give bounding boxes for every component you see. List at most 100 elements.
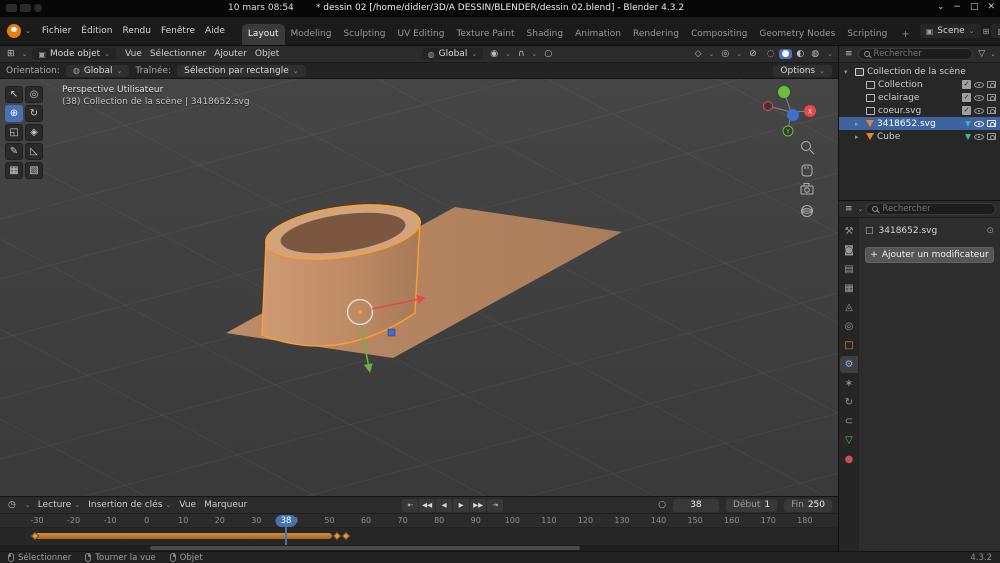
filter-icon[interactable]: ▽ [976, 49, 987, 59]
properties-search-input[interactable] [882, 204, 990, 214]
properties-tab[interactable]: ◎ [840, 318, 858, 335]
exclude-checkbox-icon[interactable]: ✓ [962, 80, 971, 89]
render-visibility-icon[interactable] [987, 107, 996, 114]
properties-tab[interactable]: ⚙ [840, 356, 858, 373]
viewport-menu-item[interactable]: Sélectionner [146, 48, 210, 60]
outliner-item-row[interactable]: ▸ coeur.svg ✓ [839, 104, 1000, 117]
properties-tab[interactable]: □ [840, 337, 858, 354]
3d-viewport[interactable]: X Y Perspective Utilisateur (38) Collect… [0, 79, 838, 496]
keyframe-diamond[interactable] [342, 532, 350, 540]
workspace-tab[interactable]: Rendering [627, 24, 685, 45]
tool-button[interactable]: ◎ [25, 86, 43, 103]
gizmos-toggle-icon[interactable]: ◇ [693, 49, 704, 59]
workspace-pill-icon[interactable] [6, 4, 17, 12]
camera-view-icon[interactable] [801, 184, 813, 195]
window-control-button[interactable]: − [953, 2, 961, 12]
eye-visibility-icon[interactable] [974, 134, 984, 140]
window-control-button[interactable]: □ [970, 2, 979, 12]
outliner-item-row[interactable]: ▸ 3418652.svg ✓ [839, 117, 1000, 130]
properties-tab[interactable]: ⊂ [840, 413, 858, 430]
properties-tab[interactable]: ◬ [840, 299, 858, 316]
pin-icon[interactable]: ⊙ [986, 226, 994, 236]
auto-key-icon[interactable]: ○ [658, 500, 666, 510]
workspace-tab[interactable]: Geometry Nodes [753, 24, 841, 45]
mode-dropdown[interactable]: ▣ Mode objet ⌄ [32, 48, 116, 60]
expand-chevron-icon[interactable]: ▾ [844, 68, 852, 76]
menu-item[interactable]: Aide [200, 24, 230, 38]
system-clock[interactable]: 10 mars 08:54 [228, 3, 294, 13]
axis-ball-neg-x[interactable] [764, 102, 773, 111]
zoom-icon[interactable] [802, 142, 815, 155]
playback-button[interactable]: ◀◀ [419, 499, 435, 512]
workspace-tab[interactable]: Scripting [841, 24, 893, 45]
tool-button[interactable]: ⊕ [5, 105, 23, 122]
properties-tab[interactable]: ⚒ [840, 223, 858, 240]
properties-tab[interactable]: ↻ [840, 394, 858, 411]
workspace-tab[interactable]: Modeling [285, 24, 338, 45]
window-control-button[interactable]: ⌄ [937, 2, 945, 12]
viewlayer-selector[interactable]: ▥ ViewLayer ⌄ [991, 24, 1000, 38]
workspace-tab[interactable]: Sculpting [337, 24, 391, 45]
pan-hand-icon[interactable] [802, 165, 812, 176]
exclude-checkbox-icon[interactable]: ✓ [962, 93, 971, 102]
timeline-menu-item[interactable]: Insertion de clés ⌄ [88, 500, 171, 510]
axis-ball-green[interactable] [778, 86, 790, 98]
outliner-search-input[interactable] [874, 49, 968, 59]
overlays-toggle-icon[interactable]: ◎ [719, 49, 731, 59]
playback-button[interactable]: ▶▶ [470, 499, 486, 512]
render-visibility-icon[interactable] [987, 81, 996, 88]
timeline-editor-icon[interactable]: ◷ [6, 500, 18, 510]
axis-ball-blue[interactable] [787, 109, 799, 121]
keyframe-range-bar[interactable] [35, 533, 332, 539]
properties-tab[interactable]: ∗ [840, 375, 858, 392]
playback-button[interactable]: ⇥ [487, 499, 503, 512]
shading-mode-button[interactable]: ◐ [793, 49, 807, 59]
tool-button[interactable]: ↖ [5, 86, 23, 103]
outliner-search[interactable] [858, 48, 974, 60]
menu-item[interactable]: Rendu [117, 24, 156, 38]
properties-editor-icon[interactable]: ≡ [843, 204, 855, 214]
properties-tab[interactable]: ▤ [840, 261, 858, 278]
activities-dot-icon[interactable] [34, 4, 42, 12]
expand-chevron-icon[interactable]: ▸ [855, 120, 863, 128]
workspace-tab[interactable]: Texture Paint [450, 24, 520, 45]
playback-button[interactable]: ◀ [436, 499, 452, 512]
properties-search[interactable] [866, 203, 996, 215]
scrollbar-thumb[interactable] [150, 546, 580, 550]
outliner-item-row[interactable]: ▸ Cube ✓ [839, 130, 1000, 143]
outliner-item-row[interactable]: ▸ Collection ✓ [839, 78, 1000, 91]
shading-mode-button[interactable]: ◍ [808, 49, 822, 59]
properties-tab[interactable]: ◙ [840, 242, 858, 259]
add-modifier-button[interactable]: + Ajouter un modificateur [865, 247, 994, 263]
navigation-gizmo[interactable]: X Y [764, 86, 817, 136]
blender-logo-icon[interactable] [7, 24, 21, 38]
tool-button[interactable]: ▧ [25, 162, 43, 179]
orientation-dropdown[interactable]: ◍ Global ⌄ [66, 65, 130, 77]
gizmo-y-arrowhead[interactable] [364, 363, 373, 373]
xray-toggle-icon[interactable]: ⊘ [747, 49, 759, 59]
drag-mode-dropdown[interactable]: Sélection par rectangle ⌄ [177, 65, 306, 77]
add-workspace-button[interactable]: + [895, 24, 915, 45]
window-control-button[interactable]: ✕ [987, 2, 995, 12]
frame-start-field[interactable]: Début 1 [726, 499, 777, 512]
transform-orientation-dropdown[interactable]: ◍ Global ⌄ [422, 48, 484, 60]
keyframe-diamond[interactable] [333, 532, 341, 540]
breadcrumb-object-name[interactable]: 3418652.svg [879, 226, 938, 236]
playhead-line[interactable] [285, 526, 287, 546]
timeline-menu-item[interactable]: Vue ⌄ [179, 500, 196, 510]
eye-visibility-icon[interactable] [974, 108, 984, 114]
timeline-menu-item[interactable]: Lecture ⌄ [38, 500, 81, 510]
workspace-tab[interactable]: Shading [521, 24, 570, 45]
gizmo-z-handle[interactable] [388, 329, 395, 336]
playback-button[interactable]: ⇤ [402, 499, 418, 512]
ortho-toggle-icon[interactable] [802, 206, 813, 217]
current-frame-field[interactable]: 38 [673, 499, 719, 512]
eye-visibility-icon[interactable] [974, 95, 984, 101]
outliner-item-row[interactable]: ▸ eclairage ✓ [839, 91, 1000, 104]
menu-item[interactable]: Édition [76, 24, 117, 38]
tool-button[interactable]: ✎ [5, 143, 23, 160]
proportional-editing-icon[interactable]: ○ [542, 49, 554, 59]
tool-button[interactable]: ▦ [5, 162, 23, 179]
shading-mode-button[interactable]: ● [779, 49, 793, 59]
properties-tab[interactable]: ● [840, 451, 858, 468]
